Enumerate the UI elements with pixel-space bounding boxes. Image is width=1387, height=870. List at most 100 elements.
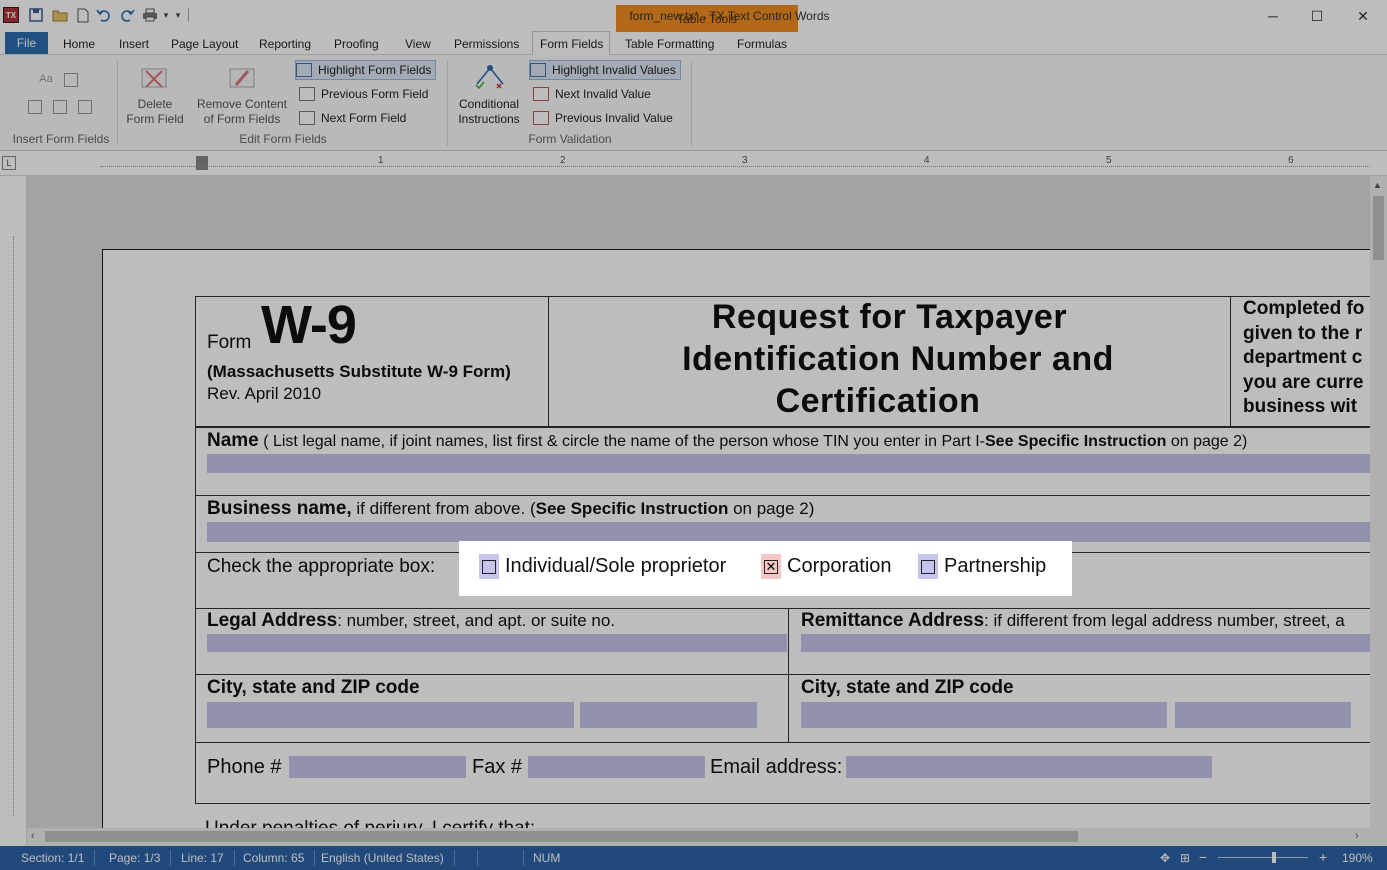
horizontal-scroll-thumb[interactable]: [45, 831, 1078, 842]
next-invalid-value-label: Next Invalid Value: [555, 87, 651, 101]
scrollbar-corner: [1370, 828, 1387, 846]
combo-box-field-icon[interactable]: [28, 100, 42, 114]
zoom-in-icon[interactable]: +: [1319, 849, 1327, 865]
city-state-field-left[interactable]: [207, 702, 574, 728]
vertical-scroll-thumb[interactable]: [1373, 196, 1384, 260]
minimize-icon[interactable]: ─: [1250, 0, 1296, 32]
tab-stop-selector-icon[interactable]: L: [2, 156, 16, 170]
phone-field[interactable]: [289, 756, 466, 778]
business-label: Business name,: [207, 498, 352, 519]
status-page: Page: 1/3: [109, 850, 172, 866]
name-hint-bold: See Specific Instruction: [985, 433, 1167, 450]
status-empty-2: [480, 850, 524, 866]
highlight-invalid-values-button[interactable]: Highlight Invalid Values: [529, 60, 681, 80]
tab-proofing[interactable]: Proofing: [334, 32, 379, 55]
business-name-field[interactable]: [207, 522, 1370, 542]
conditional-instructions-line1: Conditional: [458, 97, 520, 111]
document-workspace[interactable]: Form W-9 (Massachusetts Substitute W-9 F…: [27, 176, 1370, 828]
highlight-form-fields-icon: [296, 63, 312, 77]
vertical-scrollbar[interactable]: ▲: [1370, 176, 1387, 828]
individual-checkbox[interactable]: [479, 554, 499, 579]
zoom-slider-thumb[interactable]: [1272, 852, 1276, 863]
status-empty-1: [440, 850, 478, 866]
city-state-field-right[interactable]: [801, 702, 1167, 728]
tab-form-fields[interactable]: Form Fields: [540, 32, 603, 55]
tab-page-layout[interactable]: Page Layout: [171, 32, 238, 55]
maximize-icon[interactable]: ☐: [1294, 0, 1340, 32]
horizontal-ruler[interactable]: L 1 2 3 4 5 6: [0, 152, 1387, 176]
business-label-line: Business name, if different from above. …: [207, 498, 814, 520]
conditional-instructions-button[interactable]: Conditional Instructions: [452, 97, 526, 127]
fax-field[interactable]: [528, 756, 705, 778]
previous-invalid-value-button[interactable]: Previous Invalid Value: [533, 108, 673, 128]
side-note-line4: you are curre: [1243, 372, 1364, 393]
form-title-line1: Request for Taxpayer: [711, 298, 1068, 336]
highlight-form-fields-button[interactable]: Highlight Form Fields: [295, 60, 437, 80]
remove-content-button[interactable]: Remove Content of Form Fields: [192, 97, 292, 127]
remove-content-line1: Remove Content: [196, 97, 288, 111]
penalties-text: Under penalties of perjury, I certify th…: [205, 818, 535, 828]
partnership-checkbox[interactable]: [918, 554, 938, 579]
side-note-line2: given to the r: [1243, 323, 1363, 344]
delete-form-field-button[interactable]: Delete Form Field: [120, 97, 190, 127]
vertical-ruler[interactable]: [0, 176, 27, 846]
form-revision: Rev. April 2010: [207, 384, 322, 403]
previous-form-field-button[interactable]: Previous Form Field: [299, 84, 428, 104]
zip-field-right[interactable]: [1175, 702, 1351, 728]
zip-field-left[interactable]: [580, 702, 757, 728]
scroll-left-icon[interactable]: ‹: [31, 830, 35, 842]
previous-form-field-icon: [299, 87, 315, 101]
name-label-line: Name ( List legal name, if joint names, …: [207, 430, 1247, 452]
form-title-line2: Identification Number and: [682, 340, 1114, 378]
corporation-checkbox[interactable]: ✕: [761, 554, 781, 579]
delete-form-field-line1: Delete: [137, 97, 173, 111]
left-indent-marker[interactable]: [196, 156, 208, 170]
scroll-up-icon[interactable]: ▲: [1373, 180, 1382, 190]
next-invalid-value-button[interactable]: Next Invalid Value: [533, 84, 651, 104]
scroll-right-icon[interactable]: ›: [1355, 830, 1359, 842]
group-separator: [117, 60, 118, 146]
remittance-address-field[interactable]: [801, 634, 1370, 652]
zoom-out-icon[interactable]: −: [1199, 849, 1207, 865]
conditional-instructions-icon: [473, 62, 507, 94]
date-field-icon[interactable]: [78, 100, 92, 114]
check-box-label: Check the appropriate box:: [207, 556, 436, 577]
zoom-slider[interactable]: [1218, 857, 1308, 858]
window-title: form_new.tx* - TX Text Control Words: [629, 9, 830, 23]
legal-address-field[interactable]: [207, 634, 787, 652]
individual-label: Individual/Sole proprietor: [505, 555, 727, 577]
business-hint: if different from above. (: [356, 499, 536, 518]
drop-down-field-icon[interactable]: [53, 100, 67, 114]
tab-table-formatting[interactable]: Table Formatting: [625, 32, 714, 55]
phone-label: Phone #: [207, 756, 282, 778]
status-bar: Section: 1/1 Page: 1/3 Line: 17 Column: …: [0, 846, 1387, 870]
ruler-mark-6: 6: [1288, 155, 1294, 166]
tab-file[interactable]: File: [5, 32, 48, 54]
horizontal-scrollbar[interactable]: ‹ ›: [27, 828, 1370, 846]
vertical-ruler-ticks: [13, 236, 14, 816]
tab-formulas[interactable]: Formulas: [737, 32, 787, 55]
fit-page-icon[interactable]: ✥: [1160, 851, 1170, 865]
tab-home[interactable]: Home: [63, 32, 95, 55]
name-field[interactable]: [207, 454, 1370, 473]
email-field[interactable]: [846, 756, 1212, 778]
form-title-line3: Certification: [775, 382, 981, 420]
city-label-left: City, state and ZIP code: [207, 677, 420, 698]
form-number: W-9: [261, 295, 357, 355]
tab-permissions[interactable]: Permissions: [454, 32, 519, 55]
text-field-icon[interactable]: Aa: [38, 73, 54, 87]
edit-form-fields-group-label: Edit Form Fields: [239, 132, 327, 146]
tab-insert[interactable]: Insert: [119, 32, 149, 55]
checkbox-field-icon[interactable]: [64, 73, 78, 87]
ruler-mark-2: 2: [560, 155, 566, 166]
previous-invalid-value-icon: [533, 111, 549, 125]
tab-reporting[interactable]: Reporting: [259, 32, 311, 55]
conditional-instructions-line2: Instructions: [458, 112, 520, 126]
tab-view[interactable]: View: [405, 32, 431, 55]
next-form-field-button[interactable]: Next Form Field: [299, 108, 406, 128]
fit-width-icon[interactable]: ⊞: [1180, 851, 1190, 865]
highlight-invalid-values-label: Highlight Invalid Values: [552, 63, 676, 77]
side-note-line5: business wit: [1243, 396, 1358, 417]
close-icon[interactable]: ✕: [1340, 0, 1386, 32]
document-page[interactable]: Form W-9 (Massachusetts Substitute W-9 F…: [102, 249, 1370, 828]
